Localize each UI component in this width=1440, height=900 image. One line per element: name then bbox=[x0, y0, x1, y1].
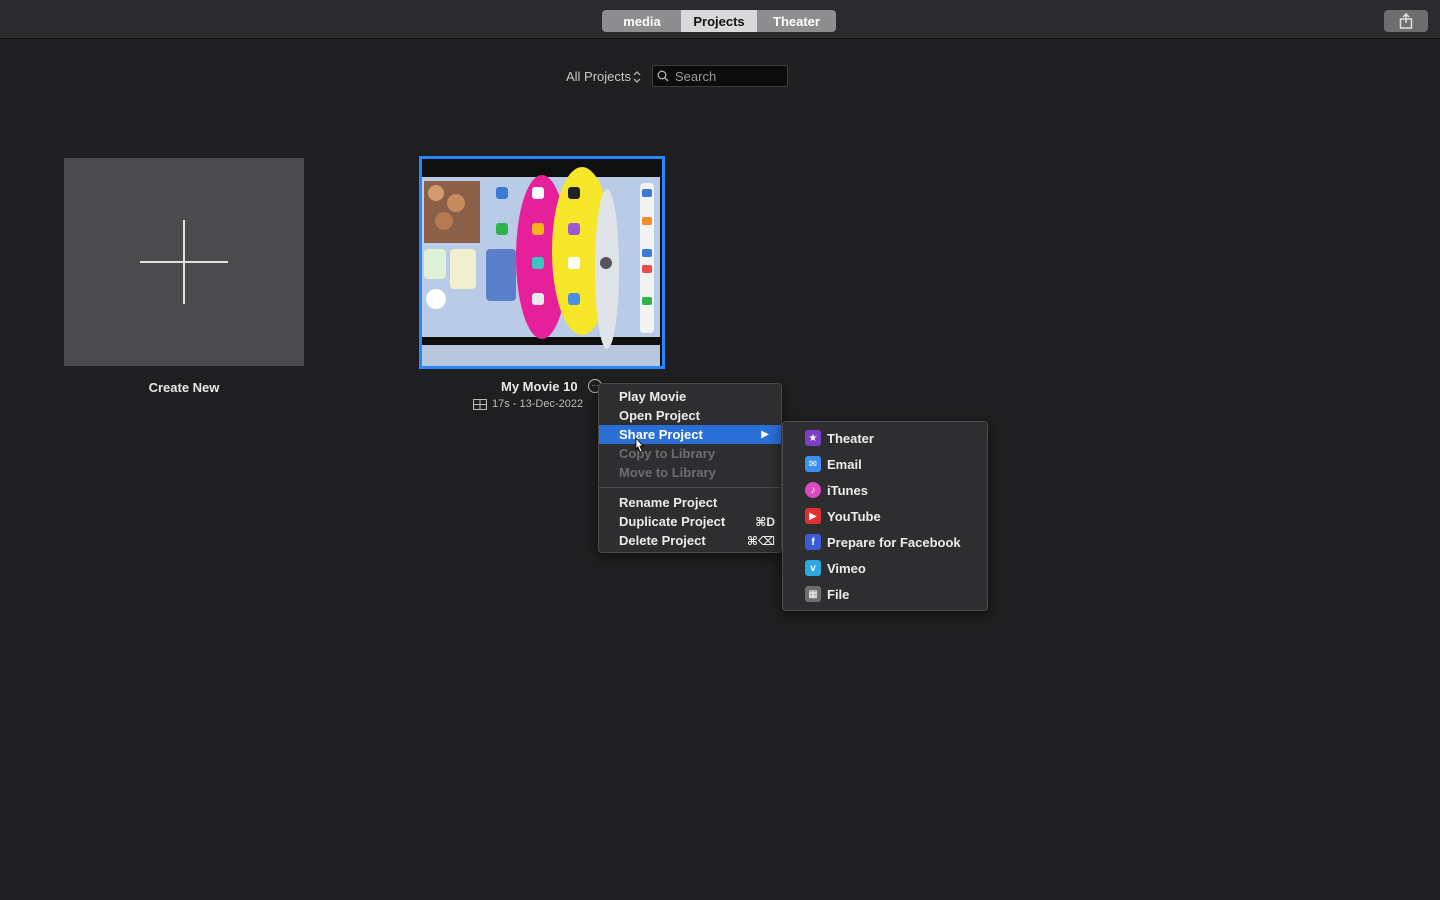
email-icon: ✉ bbox=[805, 456, 821, 472]
share-icon bbox=[1399, 13, 1413, 29]
menu-item-label: Move to Library bbox=[619, 465, 716, 480]
menu-item-duplicate-project[interactable]: Duplicate Project ⌘D bbox=[599, 512, 781, 531]
share-vimeo[interactable]: v Vimeo bbox=[805, 558, 866, 578]
menu-item-move-to-library: Move to Library bbox=[599, 463, 781, 482]
menu-item-label: Duplicate Project bbox=[619, 514, 726, 529]
share-item-label: Theater bbox=[827, 430, 874, 446]
project-thumbnail[interactable] bbox=[419, 156, 665, 369]
share-file[interactable]: ▦ File bbox=[805, 584, 849, 604]
tab-theater[interactable]: Theater bbox=[757, 10, 836, 32]
share-itunes[interactable]: ♪ iTunes bbox=[805, 480, 868, 500]
share-facebook[interactable]: f Prepare for Facebook bbox=[805, 532, 961, 552]
menu-item-play-movie[interactable]: Play Movie bbox=[599, 387, 781, 406]
project-filter-dropdown[interactable]: All Projects bbox=[566, 69, 641, 84]
project-title: My Movie 10 bbox=[501, 379, 578, 394]
project-meta: 17s - 13-Dec-2022 bbox=[473, 398, 583, 410]
search-field[interactable] bbox=[652, 65, 788, 87]
search-input[interactable] bbox=[673, 67, 787, 85]
menu-item-share-project[interactable]: Share Project ▶ bbox=[599, 425, 781, 444]
menu-item-copy-to-library: Copy to Library bbox=[599, 444, 781, 463]
menu-item-rename-project[interactable]: Rename Project bbox=[599, 493, 781, 512]
menu-item-label: Play Movie bbox=[619, 389, 687, 404]
star-icon: ★ bbox=[805, 430, 821, 446]
film-strip-icon bbox=[473, 398, 487, 410]
share-email[interactable]: ✉ Email bbox=[805, 454, 862, 474]
toolbar: media Projects Theater bbox=[0, 0, 1440, 39]
create-new-tile[interactable] bbox=[64, 158, 304, 366]
menu-item-label: Rename Project bbox=[619, 495, 718, 510]
tab-media[interactable]: media bbox=[602, 10, 682, 32]
share-item-label: Prepare for Facebook bbox=[827, 534, 961, 550]
shortcut-label: ⌘⌫ bbox=[746, 533, 775, 548]
share-item-label: Email bbox=[827, 456, 862, 472]
share-item-label: iTunes bbox=[827, 482, 868, 498]
youtube-icon: ▶ bbox=[805, 508, 821, 524]
menu-item-label: Delete Project bbox=[619, 533, 706, 548]
share-item-label: YouTube bbox=[827, 508, 881, 524]
menu-item-open-project[interactable]: Open Project bbox=[599, 406, 781, 425]
search-icon bbox=[657, 70, 669, 82]
music-note-icon: ♪ bbox=[805, 482, 821, 498]
shortcut-label: ⌘D bbox=[755, 514, 775, 529]
share-item-label: Vimeo bbox=[827, 560, 866, 576]
share-theater[interactable]: ★ Theater bbox=[805, 428, 874, 448]
create-new-label: Create New bbox=[148, 380, 220, 395]
menu-item-delete-project[interactable]: Delete Project ⌘⌫ bbox=[599, 531, 781, 550]
filter-label: All Projects bbox=[566, 69, 632, 84]
facebook-icon: f bbox=[805, 534, 821, 550]
mouse-pointer-icon bbox=[635, 437, 644, 453]
share-button[interactable] bbox=[1384, 10, 1428, 32]
project-context-menu: Play Movie Open Project Share Project ▶ C… bbox=[598, 383, 782, 553]
project-duration-date: 17s - 13-Dec-2022 bbox=[492, 398, 584, 410]
submenu-arrow-icon: ▶ bbox=[761, 429, 769, 440]
share-submenu: ★ Theater ✉ Email ♪ iTunes ▶ YouTube f P… bbox=[782, 421, 988, 611]
menu-item-label: Open Project bbox=[619, 408, 700, 423]
vimeo-icon: v bbox=[805, 560, 821, 576]
plus-icon bbox=[140, 220, 228, 304]
tab-projects[interactable]: Projects bbox=[681, 10, 757, 32]
film-icon: ▦ bbox=[805, 586, 821, 602]
updown-chevron-icon bbox=[633, 70, 641, 83]
menu-separator bbox=[599, 487, 781, 488]
menu-item-label: Share Project bbox=[619, 427, 703, 442]
share-item-label: File bbox=[827, 586, 850, 602]
share-youtube[interactable]: ▶ YouTube bbox=[805, 506, 881, 526]
project-preview-image bbox=[422, 159, 662, 366]
